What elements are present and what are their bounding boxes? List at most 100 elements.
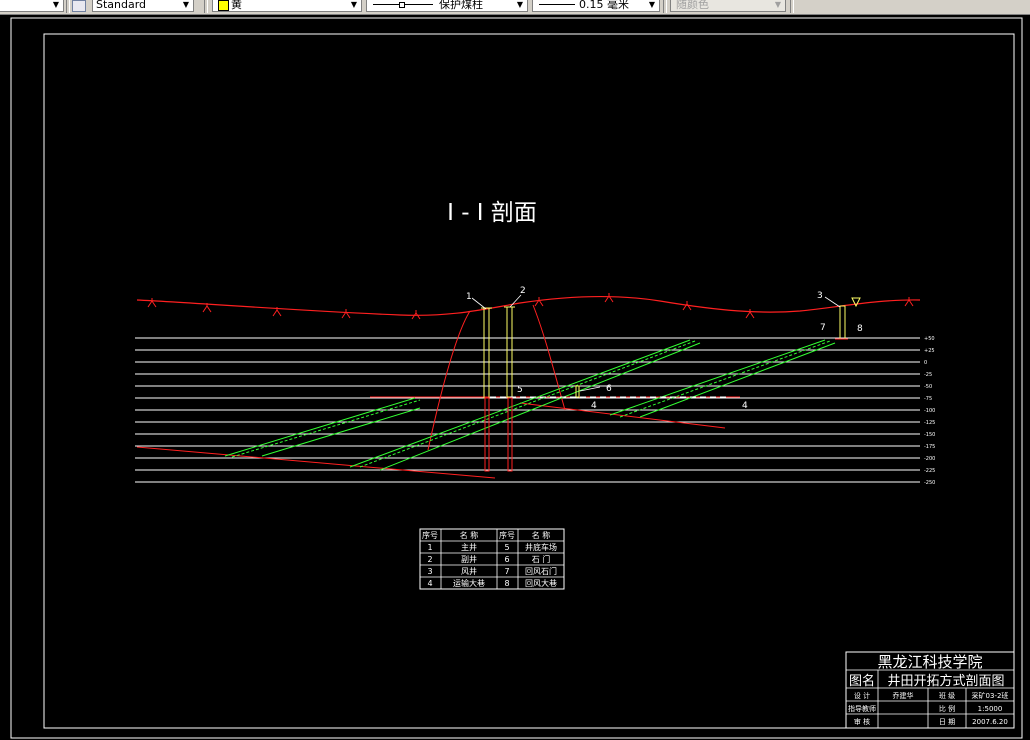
auxiliary-shaft bbox=[506, 306, 513, 398]
fault-line-left bbox=[136, 446, 496, 479]
section-title: I - I 剖面 bbox=[447, 200, 537, 226]
callout-3: 3 bbox=[817, 291, 823, 301]
color-value: 黄 bbox=[231, 0, 242, 11]
legend-cell: 1 bbox=[427, 543, 432, 552]
color-swatch-icon bbox=[218, 0, 229, 11]
field-label: 日 期 bbox=[939, 718, 955, 726]
legend-cell: 回风大巷 bbox=[525, 578, 557, 588]
legend-text: 序号 名 称 序号 名 称 1 主井 5 井底车场 2 副井 6 石 门 3 风… bbox=[422, 530, 557, 588]
ventilation-shaft bbox=[839, 305, 846, 340]
inner-frame bbox=[43, 33, 1015, 729]
terrain-surface bbox=[136, 295, 921, 316]
coal-seam bbox=[619, 340, 831, 418]
callout-1: 1 bbox=[466, 292, 472, 302]
color-combo[interactable]: 黄 ▼ bbox=[212, 0, 362, 12]
legend-cell: 3 bbox=[427, 567, 432, 576]
level-label: +25 bbox=[924, 348, 935, 354]
leader-lines bbox=[471, 294, 841, 392]
level-label: 0 bbox=[924, 360, 927, 366]
chevron-down-icon[interactable]: ▼ bbox=[180, 0, 192, 11]
field-value: 乔建华 bbox=[893, 691, 914, 700]
toolbar-separator bbox=[663, 0, 667, 13]
callout-2: 2 bbox=[520, 286, 526, 296]
coal-seam bbox=[261, 407, 421, 457]
level-label: +50 bbox=[924, 336, 935, 342]
linetype-marker-icon bbox=[399, 2, 405, 8]
drawing-name: 井田开拓方式剖面图 bbox=[887, 673, 1004, 689]
leader-line bbox=[824, 296, 841, 308]
pillar-boundary-right bbox=[532, 304, 566, 411]
level-label: -150 bbox=[924, 432, 935, 438]
toolbar-separator bbox=[66, 0, 70, 13]
leader-line bbox=[509, 294, 522, 308]
outer-frame bbox=[10, 17, 1023, 739]
field-label: 班 级 bbox=[939, 691, 955, 700]
level-labels: +50 +25 0 -25 -50 -75 -100 -125 -150 -17… bbox=[924, 336, 935, 486]
callout-6: 6 bbox=[606, 384, 612, 394]
cad-drawing-canvas[interactable]: I - I 剖面 +50 +25 0 -25 -50 -75 -100 -125… bbox=[0, 15, 1030, 740]
chevron-down-icon[interactable]: ▼ bbox=[50, 0, 62, 11]
callout-4a: 4 bbox=[591, 401, 597, 411]
level-label: -225 bbox=[924, 468, 935, 474]
callout-5: 5 bbox=[517, 385, 523, 395]
chevron-down-icon[interactable]: ▼ bbox=[772, 0, 784, 11]
legend-cell: 石 门 bbox=[532, 554, 551, 564]
legend-cell: 风井 bbox=[461, 566, 477, 576]
surface-mark bbox=[411, 310, 421, 320]
school-name: 黑龙江科技学院 bbox=[877, 653, 982, 671]
fault-line-right bbox=[519, 402, 726, 429]
level-label: -250 bbox=[924, 480, 935, 486]
callout-8: 8 bbox=[857, 324, 863, 334]
field-label: 设 计 bbox=[854, 691, 870, 700]
legend-cell: 2 bbox=[427, 555, 432, 564]
chevron-down-icon[interactable]: ▼ bbox=[514, 0, 526, 11]
surface-mark bbox=[745, 309, 755, 319]
surface-mark bbox=[904, 297, 914, 307]
coal-seam bbox=[231, 399, 421, 458]
drawing-name-label: 图名 bbox=[849, 673, 875, 689]
legend-cell: 7 bbox=[504, 567, 509, 576]
legend-cell: 5 bbox=[504, 543, 509, 552]
text-style-combo[interactable]: Standard ▼ bbox=[92, 0, 194, 12]
coal-seam bbox=[224, 397, 416, 457]
plot-style-value: 随颜色 bbox=[676, 0, 709, 11]
legend-cell: 6 bbox=[504, 555, 509, 564]
callout-7: 7 bbox=[820, 323, 826, 333]
legend-cell: 4 bbox=[427, 579, 432, 588]
lineweight-combo[interactable]: 0.15 毫米 ▼ bbox=[532, 0, 660, 12]
leader-line bbox=[471, 297, 487, 310]
legend-table: 序号 名 称 序号 名 称 1 主井 5 井底车场 2 副井 6 石 门 3 风… bbox=[419, 528, 565, 590]
chevron-down-icon[interactable]: ▼ bbox=[646, 0, 658, 11]
main-shaft bbox=[483, 307, 490, 399]
level-label: -175 bbox=[924, 444, 935, 450]
legend-cell: 主井 bbox=[461, 542, 477, 552]
field-value: 采矿03-2班 bbox=[972, 691, 1009, 700]
legend-cell: 运输大巷 bbox=[453, 578, 485, 588]
field-label: 审 核 bbox=[854, 717, 870, 726]
legend-header: 序号 bbox=[499, 530, 515, 540]
linetype-value: 保护煤柱 bbox=[439, 0, 483, 11]
text-style-icon[interactable] bbox=[72, 0, 86, 12]
surface-mark bbox=[604, 293, 614, 303]
title-block: 黑龙江科技学院 图名 井田开拓方式剖面图 设 计 乔建华 班 级 采矿03-2班… bbox=[845, 651, 1015, 729]
legend-cell: 回风石门 bbox=[525, 566, 557, 576]
surface-mark bbox=[534, 297, 544, 307]
legend-cell: 井底车场 bbox=[525, 542, 557, 552]
plot-style-combo[interactable]: 随颜色 ▼ bbox=[670, 0, 786, 12]
field-label: 指导教师 bbox=[848, 704, 876, 713]
level-label: -125 bbox=[924, 420, 935, 426]
legend-header: 序号 bbox=[422, 530, 438, 540]
toolbar-separator bbox=[790, 0, 794, 13]
surface-mark bbox=[341, 309, 351, 319]
legend-header: 名 称 bbox=[532, 530, 551, 540]
toolbar-separator bbox=[204, 0, 208, 13]
lineweight-value: 0.15 毫米 bbox=[579, 0, 629, 11]
properties-toolbar: ▼ Standard ▼ 黄 ▼ 保护煤柱 ▼ 0.15 毫米 ▼ 随颜色 ▼ bbox=[0, 0, 1030, 15]
chevron-down-icon[interactable]: ▼ bbox=[348, 0, 360, 11]
layer-combo-tail[interactable]: ▼ bbox=[0, 0, 64, 12]
level-label: -200 bbox=[924, 456, 935, 462]
pillar-boundary-left bbox=[427, 310, 471, 451]
field-label: 比 例 bbox=[939, 704, 955, 713]
linetype-combo[interactable]: 保护煤柱 ▼ bbox=[366, 0, 528, 12]
level-label: -100 bbox=[924, 408, 935, 414]
